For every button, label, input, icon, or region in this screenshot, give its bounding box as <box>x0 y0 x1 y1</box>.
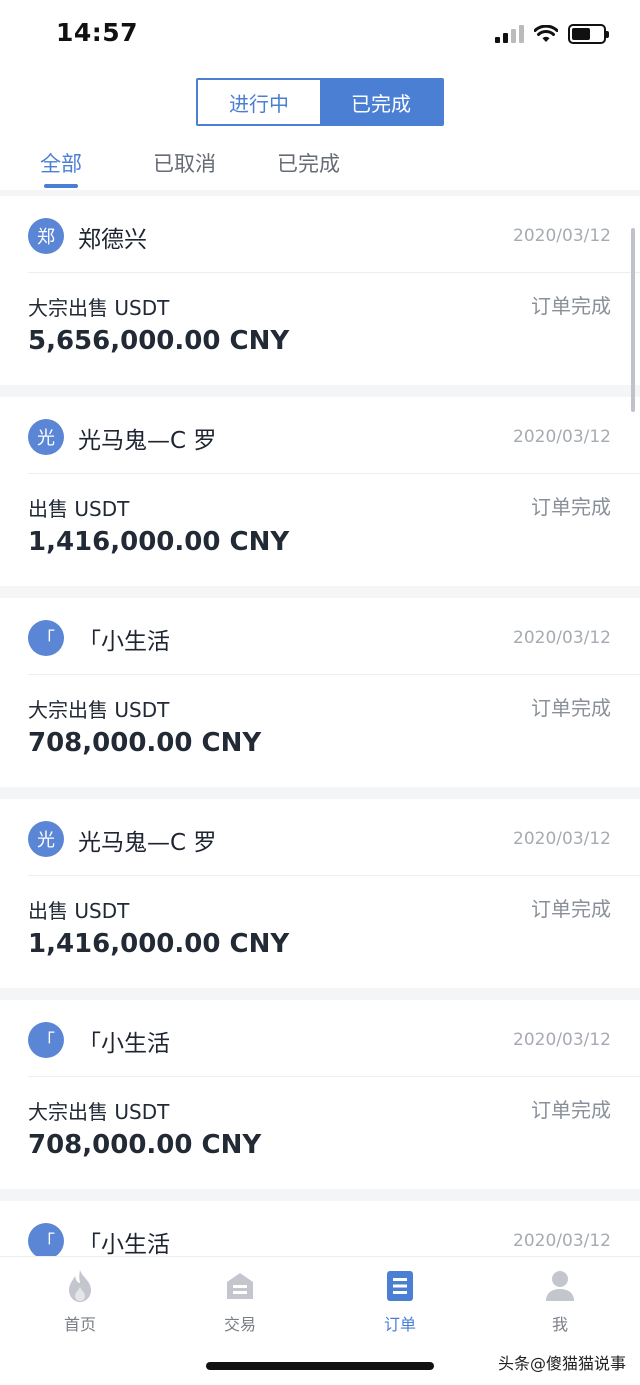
order-amount: 1,416,000.00 CNY <box>28 929 290 959</box>
order-amount: 5,656,000.00 CNY <box>28 326 290 356</box>
nav-label-trade: 交易 <box>223 1315 256 1334</box>
status-bar: 14:57 <box>0 0 640 70</box>
order-type: 出售 USDT <box>28 497 130 521</box>
user-icon <box>543 1269 577 1303</box>
segment-in-progress[interactable]: 进行中 <box>198 80 320 124</box>
wifi-icon <box>534 25 558 42</box>
order-list[interactable]: 郑 郑德兴 2020/03/12 大宗出售 USDT 订单完成 5,656,00… <box>0 190 640 1256</box>
order-date: 2020/03/12 <box>513 628 611 648</box>
counterparty-name: 「小生活 <box>78 1031 170 1057</box>
trade-icon <box>223 1269 257 1303</box>
order-card[interactable]: 「 「小生活 2020/03/12 大宗出售 USDT 订单完成 708,000… <box>0 598 640 787</box>
tab-all[interactable]: 全部 <box>40 148 82 178</box>
order-type: 大宗出售 USDT <box>28 296 170 320</box>
status-icons <box>495 24 609 44</box>
order-status: 订单完成 <box>531 294 611 318</box>
order-date: 2020/03/12 <box>513 1231 611 1251</box>
order-amount: 1,416,000.00 CNY <box>28 527 290 557</box>
avatar: 「 <box>28 1223 64 1256</box>
battery-icon <box>568 24 609 44</box>
order-type: 出售 USDT <box>28 899 130 923</box>
nav-me[interactable]: 我 <box>480 1257 640 1347</box>
avatar: 光 <box>28 419 64 455</box>
order-date: 2020/03/12 <box>513 1030 611 1050</box>
order-amount: 708,000.00 CNY <box>28 1130 262 1160</box>
tab-completed[interactable]: 已完成 <box>277 148 340 178</box>
order-list-icon <box>383 1269 417 1303</box>
order-status: 订单完成 <box>531 897 611 921</box>
home-indicator <box>206 1362 434 1370</box>
order-date: 2020/03/12 <box>513 226 611 246</box>
card-divider <box>28 272 640 273</box>
counterparty-name: 光马鬼—C 罗 <box>78 428 217 454</box>
segment-completed[interactable]: 已完成 <box>320 80 442 124</box>
order-date: 2020/03/12 <box>513 829 611 849</box>
nav-trade[interactable]: 交易 <box>160 1257 320 1347</box>
nav-label-me: 我 <box>551 1315 568 1334</box>
nav-label-home: 首页 <box>63 1315 96 1334</box>
nav-label-orders: 订单 <box>383 1315 416 1334</box>
order-type: 大宗出售 USDT <box>28 698 170 722</box>
order-amount: 708,000.00 CNY <box>28 728 262 758</box>
order-state-switch: 进行中 已完成 <box>196 78 444 126</box>
card-divider <box>28 875 640 876</box>
counterparty-name: 光马鬼—C 罗 <box>78 830 217 856</box>
card-divider <box>28 1076 640 1077</box>
order-type: 大宗出售 USDT <box>28 1100 170 1124</box>
card-divider <box>28 473 640 474</box>
order-status: 订单完成 <box>531 495 611 519</box>
status-time: 14:57 <box>56 18 139 47</box>
nav-home[interactable]: 首页 <box>0 1257 160 1347</box>
avatar: 「 <box>28 620 64 656</box>
order-status: 订单完成 <box>531 1098 611 1122</box>
watermark: 头条@傻猫猫说事 <box>497 1354 626 1373</box>
tab-cancelled[interactable]: 已取消 <box>153 148 216 178</box>
order-status: 订单完成 <box>531 696 611 720</box>
scrollbar[interactable] <box>631 228 635 412</box>
counterparty-name: 「小生活 <box>78 1232 170 1256</box>
order-date: 2020/03/12 <box>513 427 611 447</box>
counterparty-name: 「小生活 <box>78 629 170 655</box>
filter-tabs: 全部 已取消 已完成 <box>0 140 640 190</box>
order-card[interactable]: 「 「小生活 2020/03/12 <box>0 1201 640 1256</box>
avatar: 郑 <box>28 218 64 254</box>
avatar: 「 <box>28 1022 64 1058</box>
order-card[interactable]: 光 光马鬼—C 罗 2020/03/12 出售 USDT 订单完成 1,416,… <box>0 799 640 988</box>
flame-icon <box>63 1269 97 1303</box>
order-card[interactable]: 郑 郑德兴 2020/03/12 大宗出售 USDT 订单完成 5,656,00… <box>0 196 640 385</box>
nav-orders[interactable]: 订单 <box>320 1257 480 1347</box>
order-card[interactable]: 光 光马鬼—C 罗 2020/03/12 出售 USDT 订单完成 1,416,… <box>0 397 640 586</box>
avatar: 光 <box>28 821 64 857</box>
order-card[interactable]: 「 「小生活 2020/03/12 大宗出售 USDT 订单完成 708,000… <box>0 1000 640 1189</box>
card-divider <box>28 674 640 675</box>
counterparty-name: 郑德兴 <box>78 227 147 253</box>
tab-active-indicator <box>44 184 78 188</box>
signal-icon <box>495 25 524 43</box>
